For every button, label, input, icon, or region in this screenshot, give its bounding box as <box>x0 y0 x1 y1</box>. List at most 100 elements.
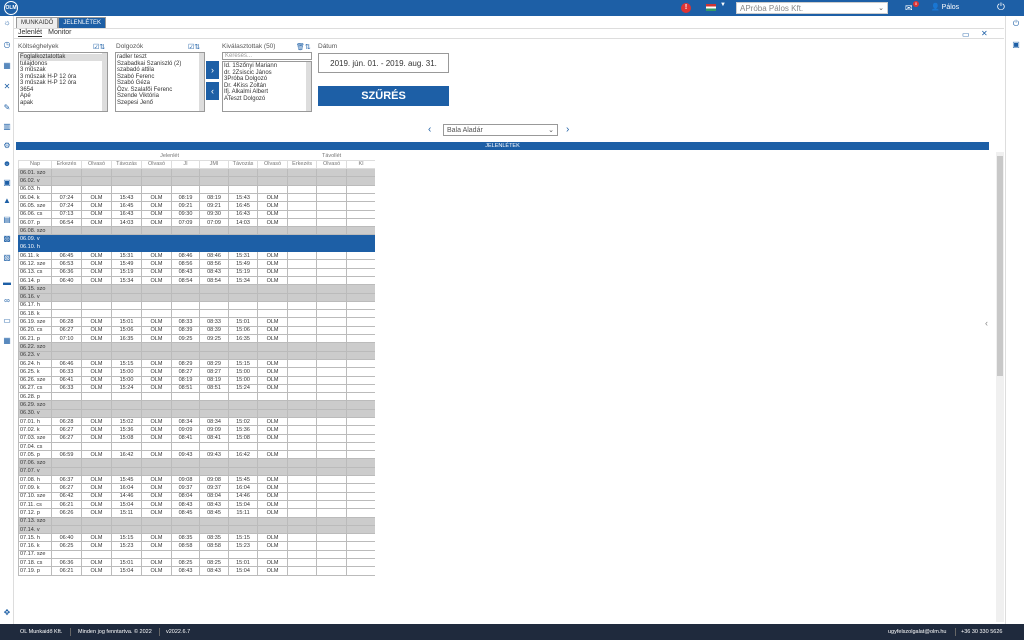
table-row[interactable]: 06.16. v <box>18 292 375 302</box>
table-row[interactable]: 07.09. k 06:27 OLM 16:04 OLM 09:37 09:37 16:04 O… <box>18 483 375 493</box>
list-item[interactable]: Szepesi Jenő <box>117 100 203 107</box>
id-card-icon[interactable]: ▣ <box>2 178 12 188</box>
bar-chart-icon[interactable]: ▥ <box>2 122 12 132</box>
table-row[interactable]: 06.13. cs 06:36 OLM 15:19 OLM 08:43 08:43 15:19… <box>18 267 375 277</box>
list-item[interactable]: apak <box>20 100 106 107</box>
table-row[interactable]: 06.01. szo <box>18 168 375 178</box>
table-row[interactable]: 06.23. v <box>18 350 375 360</box>
document-icon[interactable]: ▣ <box>1011 40 1021 50</box>
cost-centers-list[interactable]: Foglalkoztatottak tulajdonos 3 műszak 3 … <box>18 52 108 112</box>
table-row[interactable]: 06.28. p <box>18 392 375 402</box>
workers-list[interactable]: radler teszt Szabadkai Szaniszló (2) sza… <box>115 52 205 112</box>
collapse-panel-icon[interactable]: ‹ <box>985 318 988 328</box>
table-row[interactable]: 07.12. p 06:26 OLM 15:11 OLM 08:45 08:45 15:11 O… <box>18 508 375 518</box>
table-row[interactable]: 06.09. v <box>18 234 375 244</box>
restore-icon[interactable]: ▭ <box>962 142 970 151</box>
remove-selected-button[interactable]: ‹ <box>206 82 219 100</box>
table-row[interactable]: 06.20. cs 06:27 OLM 15:06 OLM 08:39 08:39 15:06… <box>18 325 375 336</box>
report-icon[interactable]: ▤ <box>2 215 12 225</box>
company-select[interactable]: APróba Pálos Kft. ⌄ <box>736 2 888 14</box>
selected-tools[interactable]: 🗑⇅ <box>296 43 311 51</box>
column-header[interactable]: Távozás <box>228 159 258 170</box>
tab-jelenletek[interactable]: JELENLÉTEK <box>58 17 107 28</box>
tools-icon[interactable]: ✕ <box>2 82 12 92</box>
add-selected-button[interactable]: › <box>206 61 219 79</box>
language-chevron-icon[interactable]: ▼ <box>720 2 726 8</box>
column-header[interactable]: Érkezés <box>287 159 318 170</box>
edit-icon[interactable]: ✎ <box>2 103 12 113</box>
table-row[interactable]: 07.01. h 06:28 OLM 15:02 OLM 08:34 08:34 15:02 O… <box>18 416 375 427</box>
calendar-icon[interactable]: ▦ <box>2 61 12 71</box>
table-row[interactable]: 06.26. sze 06:41 OLM 15:00 OLM 08:19 08:19 15:0… <box>18 375 375 385</box>
close-icon[interactable]: ✕ <box>981 142 988 151</box>
next-person-icon[interactable]: › <box>566 124 569 135</box>
column-header[interactable]: KI <box>346 159 375 170</box>
table-row[interactable]: 07.18. cs 06:36 OLM 15:01 OLM 08:25 08:25 15:01… <box>18 558 375 568</box>
table-row[interactable]: 07.07. v <box>18 466 375 477</box>
subtab-monitor[interactable]: Monitor <box>48 29 71 37</box>
column-header[interactable]: Olvasó <box>141 159 172 170</box>
table-row[interactable]: 07.06. szo <box>18 458 375 468</box>
vertical-scrollbar[interactable] <box>996 152 1004 622</box>
list-item[interactable]: ATeszt Dolgozó <box>224 96 310 103</box>
table-row[interactable]: 06.30. v <box>18 408 375 419</box>
table-row[interactable]: 06.04. k 07:24 OLM 15:43 OLM 08:19 08:19 15:43 O… <box>18 192 375 203</box>
table-row[interactable]: 06.14. p 06:40 OLM 15:34 OLM 08:54 08:54 15:34 O… <box>18 275 375 286</box>
users-icon[interactable]: ☻ <box>2 159 12 169</box>
table-row[interactable]: 07.15. h 06:40 OLM 15:15 OLM 08:35 08:35 15:15 O… <box>18 533 375 543</box>
subtab-jelenlet[interactable]: Jelenlét <box>18 29 43 37</box>
column-header[interactable]: Távozás <box>111 159 142 170</box>
table-row[interactable]: 06.05. sze 07:24 OLM 16:45 OLM 09:21 09:21 16:4… <box>18 201 375 211</box>
table-row[interactable]: 06.21. p 07:10 OLM 16:35 OLM 09:25 09:25 16:35 O… <box>18 334 375 344</box>
hungarian-flag-icon[interactable] <box>706 4 716 11</box>
table-row[interactable]: 06.03. h <box>18 184 375 195</box>
expand-icon[interactable]: ✥ <box>2 608 12 618</box>
table-row[interactable]: 06.22. szo <box>18 342 375 352</box>
workers-tools[interactable]: ☑⇅ <box>188 43 200 51</box>
column-header[interactable]: Érkezés <box>51 159 82 170</box>
scrollbar[interactable] <box>199 53 204 111</box>
table-row[interactable]: 07.19. p 06:21 OLM 15:04 OLM 08:43 08:43 15:04 O… <box>18 566 375 576</box>
table-row[interactable]: 06.17. h <box>18 300 375 311</box>
filter-button[interactable]: SZŰRÉS <box>318 86 449 106</box>
table-row[interactable]: 07.16. k 06:25 OLM 15:23 OLM 08:58 08:58 15:23 O… <box>18 541 375 551</box>
table-row[interactable]: 06.12. sze 06:53 OLM 15:49 OLM 08:56 08:56 15:4… <box>18 259 375 269</box>
column-header[interactable]: JI <box>171 159 200 170</box>
olm-logo[interactable]: OLM <box>4 1 18 15</box>
table-row[interactable]: 07.04. cs <box>18 441 375 452</box>
table-row[interactable]: 06.02. v <box>18 176 375 186</box>
message-icon[interactable]: ▭ <box>2 316 12 326</box>
column-header[interactable]: Olvasó <box>81 159 112 170</box>
table-row[interactable]: 06.25. k 06:33 OLM 15:00 OLM 08:27 08:27 15:00 O… <box>18 367 375 377</box>
scroll-thumb[interactable] <box>997 156 1003 376</box>
alert-icon[interactable]: ! <box>681 3 691 13</box>
table-row[interactable]: 06.24. h 06:46 OLM 15:15 OLM 08:29 08:29 15:15 O… <box>18 358 375 369</box>
table-row[interactable]: 06.07. p 06:54 OLM 14:03 OLM 07:09 07:09 14:03 O… <box>18 217 375 228</box>
table-row[interactable]: 06.08. szo <box>18 226 375 236</box>
table-icon[interactable]: ▦ <box>2 336 12 346</box>
power-icon-right[interactable]: ⏻ <box>1011 19 1021 29</box>
table-row[interactable]: 06.10. h <box>18 242 375 253</box>
table-row[interactable]: 07.14. v <box>18 524 375 535</box>
table-row[interactable]: 06.11. k 06:45 OLM 15:31 OLM 08:46 08:46 15:31 O… <box>18 251 375 261</box>
table-row[interactable]: 06.18. k <box>18 309 375 319</box>
table-row[interactable]: 07.05. p 06:59 OLM 16:42 OLM 09:43 09:43 16:42 O… <box>18 450 375 460</box>
selected-search-input[interactable]: Keresés... <box>222 52 312 60</box>
table-row[interactable]: 06.27. cs 06:33 OLM 15:24 OLM 08:51 08:51 15:24… <box>18 383 375 394</box>
scrollbar[interactable] <box>102 53 107 111</box>
clock-icon[interactable]: ◷ <box>2 40 12 50</box>
column-header[interactable]: JMI <box>199 159 229 170</box>
table-row[interactable]: 07.17. sze <box>18 549 375 560</box>
table-row[interactable]: 07.10. sze 06:42 OLM 14:46 OLM 08:04 08:04 14:4… <box>18 491 375 501</box>
user-menu[interactable]: 👤 Pálos <box>931 3 959 11</box>
table-row[interactable]: 07.08. h 06:37 OLM 15:45 OLM 09:08 09:08 15:45 O… <box>18 475 375 485</box>
inbox-icon[interactable]: ▩ <box>2 234 12 244</box>
column-header[interactable]: Olvasó <box>256 159 289 170</box>
table-row[interactable]: 07.11. cs 06:21 OLM 15:04 OLM 08:43 08:43 15:04… <box>18 499 375 510</box>
mail-icon[interactable]: ✉ <box>905 3 913 14</box>
prev-person-icon[interactable]: ‹ <box>428 124 431 135</box>
table-row[interactable]: 06.06. cs 07:13 OLM 16:43 OLM 09:30 09:30 16:43… <box>18 209 375 219</box>
cost-tools[interactable]: ☑⇅ <box>93 43 105 51</box>
table-row[interactable]: 06.19. sze 06:28 OLM 15:01 OLM 08:33 08:33 15:0… <box>18 317 375 327</box>
table-row[interactable]: 06.29. szo <box>18 400 375 410</box>
